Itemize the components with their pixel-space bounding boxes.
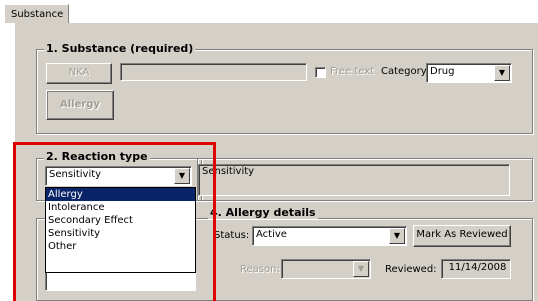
annotation-highlight-box xyxy=(13,142,216,301)
chevron-down-icon[interactable]: ▼ xyxy=(389,228,405,244)
status-label: Status: xyxy=(214,230,250,241)
tab-substance[interactable]: Substance xyxy=(4,4,69,23)
substance-legend: 1. Substance (required) xyxy=(44,42,196,55)
status-select[interactable]: Active xyxy=(252,226,407,246)
reason-label: Reason: xyxy=(240,264,280,275)
mark-as-reviewed-button[interactable]: Mark As Reviewed xyxy=(413,225,511,247)
chevron-down-icon[interactable]: ▼ xyxy=(353,261,369,277)
category-label: Category: xyxy=(381,66,430,77)
reviewed-date-field: 11/14/2008 xyxy=(441,259,511,279)
nka-button[interactable]: NKA xyxy=(46,63,112,84)
chevron-down-icon[interactable]: ▼ xyxy=(494,65,510,81)
substance-field[interactable] xyxy=(120,63,307,81)
allergy-details-legend: 4. Allergy details xyxy=(208,206,318,219)
free-text-checkbox[interactable] xyxy=(315,67,326,78)
free-text-label: Free text xyxy=(330,66,375,77)
reaction-display-field: Sensitivity xyxy=(198,164,510,196)
reviewed-label: Reviewed: xyxy=(385,264,437,275)
allergy-button[interactable]: Allergy xyxy=(46,90,114,120)
tab-substance-label: Substance xyxy=(11,9,64,20)
